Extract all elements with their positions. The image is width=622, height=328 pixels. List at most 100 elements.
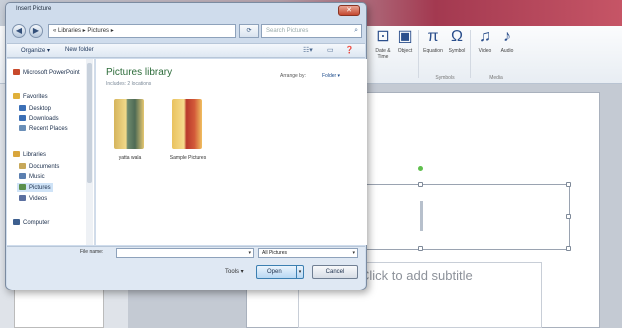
libraries-icon xyxy=(13,151,20,157)
folder-icon xyxy=(172,99,202,149)
resize-handle[interactable] xyxy=(566,246,571,251)
powerpoint-icon xyxy=(13,69,20,75)
equation-icon: π xyxy=(427,28,439,45)
nav-item-label: Desktop xyxy=(29,106,52,112)
nav-item-documents[interactable]: Documents xyxy=(19,163,59,170)
recent-icon xyxy=(19,125,26,131)
ribbon-separator xyxy=(470,30,471,78)
open-label: Open xyxy=(267,269,282,275)
dialog-title: Insert Picture xyxy=(16,6,52,12)
open-options-dropdown[interactable]: ▾ xyxy=(296,266,303,278)
videos-icon xyxy=(19,195,26,201)
nav-item-label: Libraries xyxy=(23,152,47,158)
file-type-value: All Pictures xyxy=(262,250,288,256)
subtitle-placeholder-text: Click to add subtitle xyxy=(360,268,473,283)
arrange-by-dropdown[interactable]: Folder ▾ xyxy=(322,73,340,79)
new-folder-button[interactable]: New folder xyxy=(65,47,94,53)
folder-item[interactable]: yatta wala xyxy=(102,99,158,169)
command-bar: Organize ▾ New folder ☷▾ ▭ ❓ xyxy=(7,43,365,58)
resize-handle[interactable] xyxy=(418,246,423,251)
symbol-label: Symbol xyxy=(448,48,466,54)
nav-item-favorites[interactable]: Favorites xyxy=(13,93,48,100)
view-options-icon[interactable]: ☷▾ xyxy=(303,46,313,54)
audio-label: Audio xyxy=(500,48,514,54)
folder-name: Sample Pictures xyxy=(169,155,207,161)
ribbon-group-symbols: Symbols xyxy=(435,75,455,81)
folder-icon xyxy=(114,99,144,149)
date-time-icon: ⊡ xyxy=(376,28,390,45)
ribbon-group-media: Media xyxy=(489,75,503,81)
date-time-button[interactable]: ⊡ Date & Time xyxy=(372,26,394,72)
audio-icon: ♪ xyxy=(503,28,511,45)
search-icon: ⌕ xyxy=(354,27,358,34)
folder-name: yatta wala xyxy=(118,155,142,161)
nav-item-label: Computer xyxy=(23,220,50,226)
date-time-label: Date & Time xyxy=(375,48,391,60)
object-button[interactable]: ▣ Object xyxy=(394,26,416,72)
nav-item-libraries[interactable]: Libraries xyxy=(13,151,46,158)
video-icon: ♫ xyxy=(479,28,491,45)
cancel-button[interactable]: Cancel xyxy=(312,265,358,279)
nav-item-label: Videos xyxy=(29,196,48,202)
nav-item-videos[interactable]: Videos xyxy=(19,195,47,202)
preview-pane-icon[interactable]: ▭ xyxy=(327,46,334,54)
arrange-by-label: Arrange by: xyxy=(280,73,306,79)
resize-handle[interactable] xyxy=(418,182,423,187)
file-name-input[interactable]: ▾ xyxy=(116,248,254,258)
nav-pane-scroll-thumb[interactable] xyxy=(87,63,92,183)
library-subtitle[interactable]: Includes: 2 locations xyxy=(106,81,151,87)
chevron-down-icon: ▾ xyxy=(352,250,355,256)
folder-item[interactable]: Sample Pictures xyxy=(160,99,216,169)
close-button[interactable]: ✕ xyxy=(338,5,360,16)
search-input[interactable]: Search Pictures ⌕ xyxy=(261,24,362,38)
navigation-pane: Microsoft PowerPoint Favorites Desktop D… xyxy=(7,59,95,245)
video-label: Video xyxy=(478,48,492,54)
nav-item-music[interactable]: Music xyxy=(19,173,45,180)
address-bar[interactable]: « Libraries ▸ Pictures ▸ xyxy=(48,24,236,38)
music-icon xyxy=(19,173,26,179)
nav-item-pictures[interactable]: Pictures xyxy=(17,183,53,192)
forward-button[interactable]: ▶ xyxy=(29,24,43,38)
organize-button[interactable]: Organize ▾ xyxy=(21,47,50,54)
resize-handle[interactable] xyxy=(566,214,571,219)
nav-item-desktop[interactable]: Desktop xyxy=(19,105,51,112)
file-name-label: File name: xyxy=(80,249,104,255)
ribbon-separator xyxy=(418,30,419,78)
nav-item-recent-places[interactable]: Recent Places xyxy=(19,125,68,132)
equation-button[interactable]: π Equation xyxy=(422,26,444,72)
text-cursor xyxy=(420,201,423,231)
equation-label: Equation xyxy=(423,48,443,54)
video-button[interactable]: ♫ Video xyxy=(474,26,496,72)
nav-item-downloads[interactable]: Downloads xyxy=(19,115,59,122)
object-label: Object xyxy=(397,48,413,54)
symbol-button[interactable]: Ω Symbol xyxy=(446,26,468,72)
nav-item-label: Music xyxy=(29,174,45,180)
tools-menu[interactable]: Tools ▾ xyxy=(225,268,244,275)
computer-icon xyxy=(13,219,20,225)
help-icon[interactable]: ❓ xyxy=(345,46,354,54)
insert-picture-dialog: Insert Picture ✕ ◀ ▶ « Libraries ▸ Pictu… xyxy=(5,2,367,290)
chevron-down-icon: ▾ xyxy=(298,269,302,275)
nav-item-powerpoint[interactable]: Microsoft PowerPoint xyxy=(13,69,80,76)
pictures-icon xyxy=(19,184,26,190)
resize-handle[interactable] xyxy=(566,182,571,187)
star-icon xyxy=(13,93,20,99)
object-icon: ▣ xyxy=(397,28,413,45)
chevron-down-icon[interactable]: ▾ xyxy=(248,249,251,257)
symbol-icon: Ω xyxy=(451,28,463,45)
downloads-icon xyxy=(19,115,26,121)
refresh-icon: ⟳ xyxy=(246,28,252,34)
title-placeholder[interactable] xyxy=(358,184,570,250)
navigation-bar: ◀ ▶ « Libraries ▸ Pictures ▸ ⟳ Search Pi… xyxy=(12,23,362,39)
nav-item-computer[interactable]: Computer xyxy=(13,219,49,226)
audio-button[interactable]: ♪ Audio xyxy=(496,26,518,72)
rotation-handle[interactable] xyxy=(418,166,423,171)
back-button[interactable]: ◀ xyxy=(12,24,26,38)
nav-item-label: Pictures xyxy=(29,185,51,191)
file-type-filter[interactable]: All Pictures ▾ xyxy=(258,248,358,258)
nav-item-label: Recent Places xyxy=(29,126,68,132)
close-icon: ✕ xyxy=(346,7,352,14)
refresh-button[interactable]: ⟳ xyxy=(239,24,259,38)
nav-item-label: Microsoft PowerPoint xyxy=(23,70,80,76)
desktop-icon xyxy=(19,105,26,111)
